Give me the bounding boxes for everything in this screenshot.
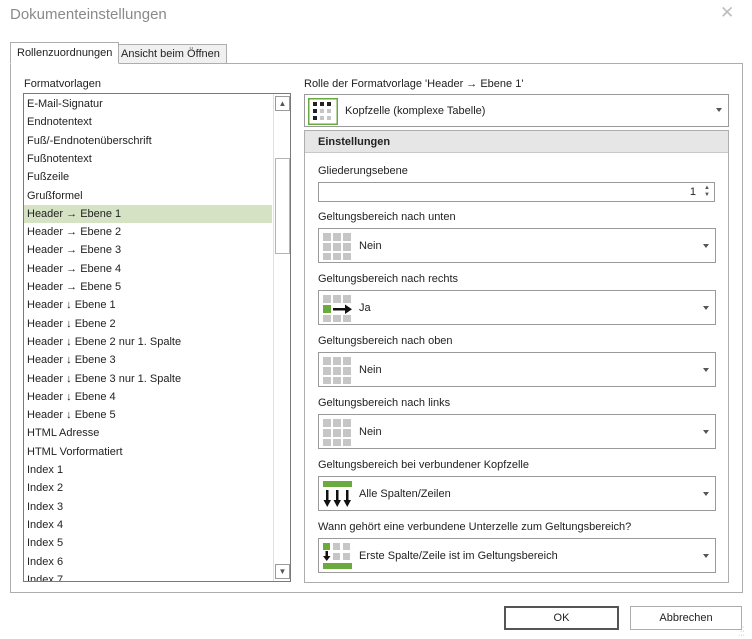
- formatvorlagen-label: Formatvorlagen: [24, 78, 102, 90]
- settings-header: Einstellungen: [305, 131, 728, 153]
- list-item[interactable]: HTML Vorformatiert: [24, 443, 272, 461]
- list-item[interactable]: Header ↓ Ebene 5: [24, 406, 272, 424]
- chevron-down-icon[interactable]: [703, 492, 709, 496]
- list-item[interactable]: Header → Ebene 4: [24, 260, 272, 278]
- list-item[interactable]: Header → Ebene 3: [24, 241, 272, 259]
- chevron-down-icon[interactable]: [703, 306, 709, 310]
- list-item[interactable]: Endnotentext: [24, 113, 272, 131]
- scope-up-combobox[interactable]: Nein: [318, 352, 716, 387]
- scope-left-value: Nein: [359, 426, 382, 438]
- merged-sub-combobox[interactable]: Erste Spalte/Zeile ist im Geltungsbereic…: [318, 538, 716, 573]
- list-item[interactable]: Header → Ebene 2: [24, 223, 272, 241]
- outline-level-value: 1: [689, 186, 696, 198]
- scope-right-icon: [323, 295, 352, 322]
- chevron-down-icon[interactable]: [716, 108, 722, 112]
- style-listbox[interactable]: E-Mail-Signatur Endnotentext Fuß/-Endnoten…: [23, 93, 291, 582]
- merged-header-label: Geltungsbereich bei verbundener Kopfzell…: [318, 459, 529, 471]
- chevron-down-icon[interactable]: [703, 244, 709, 248]
- list-item[interactable]: Fuß/-Endnotenüberschrift: [24, 132, 272, 150]
- role-combobox[interactable]: Kopfzelle (komplexe Tabelle): [304, 94, 729, 127]
- scroll-up-button[interactable]: ▲: [275, 96, 290, 111]
- spin-down-icon[interactable]: ▼: [703, 192, 711, 199]
- list-item[interactable]: Index 4: [24, 516, 272, 534]
- scope-left-combobox[interactable]: Nein: [318, 414, 716, 449]
- scope-down-combobox[interactable]: Nein: [318, 228, 716, 263]
- list-item[interactable]: Index 7: [24, 571, 272, 581]
- list-item[interactable]: Index 5: [24, 534, 272, 552]
- scope-right-combobox[interactable]: Ja: [318, 290, 716, 325]
- list-item[interactable]: Header ↓ Ebene 4: [24, 388, 272, 406]
- merged-header-combobox[interactable]: Alle Spalten/Zeilen: [318, 476, 716, 511]
- scope-none-icon: [323, 419, 351, 446]
- outline-label: Gliederungsebene: [318, 165, 408, 177]
- scope-none-icon: [323, 233, 351, 260]
- merged-sub-value: Erste Spalte/Zeile ist im Geltungsbereic…: [359, 550, 558, 562]
- list-item[interactable]: Header ↓ Ebene 3 nur 1. Spalte: [24, 370, 272, 388]
- list-item[interactable]: Index 6: [24, 553, 272, 571]
- close-icon[interactable]: ✕: [720, 3, 734, 23]
- list-item[interactable]: HTML Adresse: [24, 424, 272, 442]
- merged-sub-label: Wann gehört eine verbundene Unterzelle z…: [318, 521, 632, 533]
- list-item[interactable]: E-Mail-Signatur: [24, 95, 272, 113]
- list-item[interactable]: Header ↓ Ebene 2 nur 1. Spalte: [24, 333, 272, 351]
- list-item[interactable]: Grußformel: [24, 187, 272, 205]
- scope-right-label: Geltungsbereich nach rechts: [318, 273, 459, 285]
- scope-left-label: Geltungsbereich nach links: [318, 397, 451, 409]
- scroll-down-button[interactable]: ▼: [275, 564, 290, 579]
- scope-up-value: Nein: [359, 364, 382, 376]
- chevron-down-icon[interactable]: [703, 368, 709, 372]
- list-item[interactable]: Header → Ebene 1: [24, 204, 272, 223]
- spinner-arrows[interactable]: ▲ ▼: [703, 185, 711, 199]
- tab-rollenzuordnungen[interactable]: Rollenzuordnungen: [10, 42, 120, 64]
- chevron-down-icon[interactable]: [703, 430, 709, 434]
- ok-button[interactable]: OK: [504, 606, 619, 630]
- complex-table-header-icon: [308, 98, 338, 125]
- list-item[interactable]: Header → Ebene 5: [24, 278, 272, 296]
- list-item[interactable]: Index 1: [24, 461, 272, 479]
- spin-up-icon[interactable]: ▲: [703, 185, 711, 192]
- scope-none-icon: [323, 357, 351, 384]
- scope-right-value: Ja: [359, 302, 371, 314]
- list-item[interactable]: Fußzeile: [24, 168, 272, 186]
- role-label: Rolle der Formatvorlage 'Header → Ebene …: [304, 78, 524, 90]
- list-item[interactable]: Header ↓ Ebene 1: [24, 296, 272, 314]
- list-item[interactable]: Index 2: [24, 479, 272, 497]
- scroll-thumb[interactable]: [275, 158, 290, 254]
- vertical-scrollbar[interactable]: ▲ ▼: [273, 94, 290, 581]
- scope-up-label: Geltungsbereich nach oben: [318, 335, 453, 347]
- merged-header-value: Alle Spalten/Zeilen: [359, 488, 451, 500]
- first-column-icon: [323, 543, 352, 569]
- scope-down-value: Nein: [359, 240, 382, 252]
- list-item[interactable]: Header ↓ Ebene 2: [24, 315, 272, 333]
- role-value: Kopfzelle (komplexe Tabelle): [345, 105, 486, 117]
- outline-level-spinner[interactable]: 1 ▲ ▼: [318, 182, 715, 202]
- list-item[interactable]: Header ↓ Ebene 3: [24, 351, 272, 369]
- resize-grip-icon[interactable]: · ·· ···: [738, 624, 745, 639]
- scope-down-label: Geltungsbereich nach unten: [318, 211, 456, 223]
- list-item[interactable]: Index 3: [24, 498, 272, 516]
- tab-ansicht-beim-oeffnen[interactable]: Ansicht beim Öffnen: [114, 44, 227, 64]
- window-title: Dokumenteinstellungen: [10, 6, 167, 23]
- all-columns-icon: [323, 481, 352, 507]
- cancel-button[interactable]: Abbrechen: [630, 606, 742, 630]
- chevron-down-icon[interactable]: [703, 554, 709, 558]
- list-item[interactable]: Fußnotentext: [24, 150, 272, 168]
